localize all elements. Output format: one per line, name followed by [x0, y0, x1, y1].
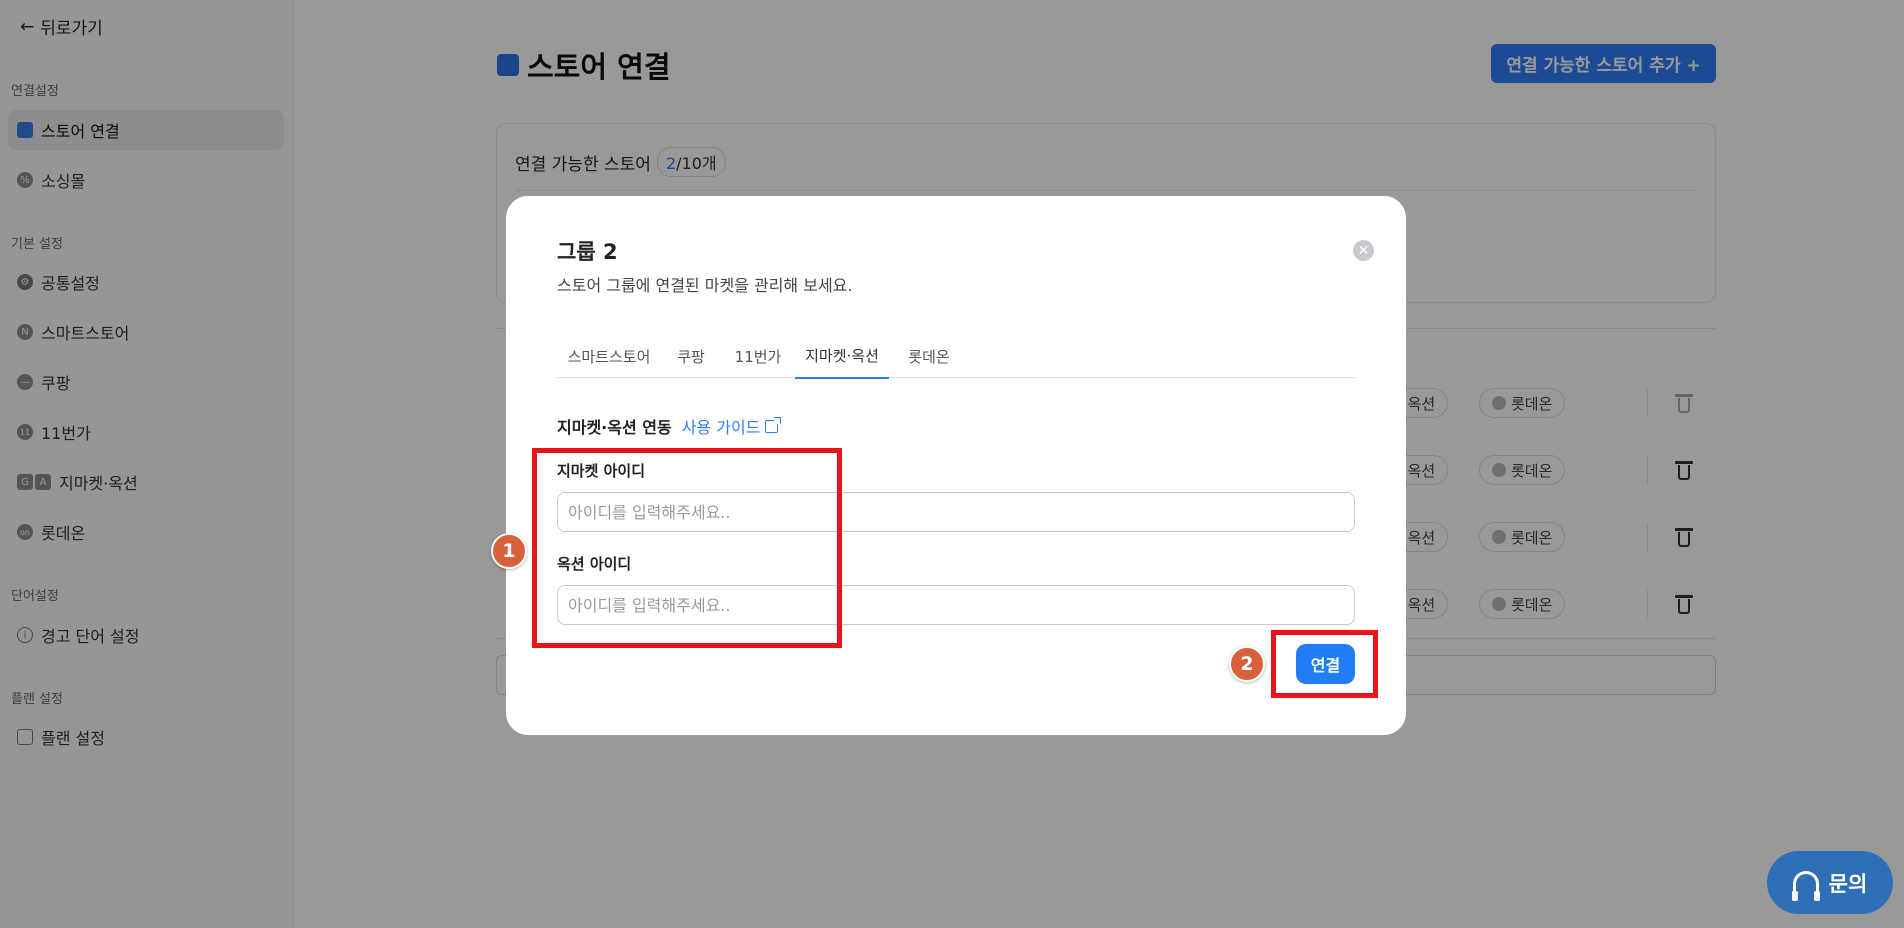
tab-gmarket-auction[interactable]: 지마켓·옥션 [795, 334, 889, 379]
guide-label: 사용 가이드 [681, 418, 761, 437]
tab-lotteon[interactable]: 롯데온 [889, 334, 969, 378]
tab-coupang[interactable]: 쿠팡 [661, 334, 721, 378]
inquiry-label: 문의 [1828, 871, 1868, 896]
headset-icon [1791, 870, 1820, 901]
inquiry-button[interactable]: 문의 [1767, 851, 1893, 914]
external-link-icon [765, 416, 782, 433]
step-badge-2: 2 [1229, 646, 1265, 682]
market-tabs: 스마트스토어 쿠팡 11번가 지마켓·옥션 롯데온 [557, 334, 1355, 379]
tab-smartstore[interactable]: 스마트스토어 [557, 334, 661, 378]
modal-subtitle: 스토어 그룹에 연결된 마켓을 관리해 보세요. [557, 276, 853, 295]
highlight-box-connect [1271, 630, 1378, 698]
highlight-box-id-fields [532, 448, 842, 648]
section-title-text: 지마켓·옥션 연동 [557, 418, 672, 437]
usage-guide-link[interactable]: 사용 가이드 [681, 414, 782, 438]
integration-section-title: 지마켓·옥션 연동 사용 가이드 [557, 414, 782, 438]
modal-title: 그룹 2 [557, 240, 618, 264]
step-badge-1: 1 [491, 533, 527, 569]
close-icon[interactable]: ✕ [1353, 240, 1374, 261]
tab-11st[interactable]: 11번가 [721, 334, 795, 378]
